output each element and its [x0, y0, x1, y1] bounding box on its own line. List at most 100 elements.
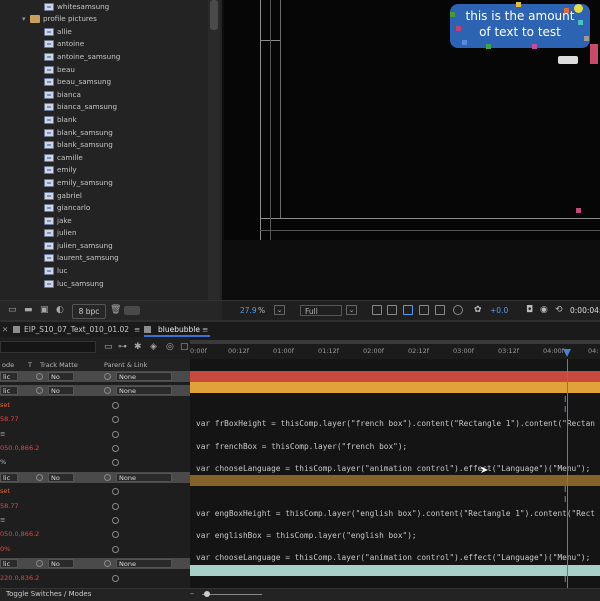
blend-mode-dropdown[interactable]: lic [0, 559, 18, 569]
layer-row[interactable]: 220.0,836.2 [0, 573, 190, 584]
preserve-transparency-icon[interactable] [36, 387, 43, 395]
layer-handle[interactable] [576, 208, 581, 213]
close-tab-icon[interactable]: ✕ [2, 322, 8, 337]
property-value[interactable]: 050.0,866.2 [0, 443, 39, 454]
bit-depth-button[interactable]: 8 bpc [72, 304, 106, 319]
project-item[interactable]: blank [0, 114, 208, 127]
keyframe-marker[interactable]: I [564, 405, 566, 414]
project-scroll-thumb[interactable] [210, 0, 218, 30]
new-folder-icon[interactable]: ▬ [24, 306, 34, 315]
folder-expand-icon[interactable]: ▾ [22, 13, 26, 26]
layer-row[interactable]: % [0, 457, 190, 468]
project-item[interactable]: gabriel [0, 190, 208, 203]
sub-layer-marker[interactable] [558, 56, 578, 64]
expression-line[interactable]: var engBoxHeight = thisComp.layer("engli… [196, 509, 595, 518]
zoom-dropdown-icon[interactable]: ⌄ [274, 305, 285, 315]
project-item[interactable]: luc [0, 265, 208, 278]
layer-handle[interactable] [532, 44, 537, 49]
project-item[interactable]: bianca [0, 89, 208, 102]
expression-pickwhip-icon[interactable] [112, 401, 119, 409]
layer-handle[interactable] [564, 8, 569, 13]
project-item[interactable]: emily [0, 164, 208, 177]
expression-pickwhip-icon[interactable] [112, 430, 119, 438]
show-snapshot-icon[interactable]: ◉ [540, 305, 550, 315]
interpret-footage-icon[interactable]: ▭ [8, 306, 18, 315]
trash-icon[interactable]: 🗑 [110, 306, 121, 315]
graph-toggle-icon[interactable]: ▢ [180, 342, 189, 352]
chat-bubble-layer[interactable]: this is the amount of text to test [450, 4, 590, 48]
project-item[interactable]: bianca_samsung [0, 101, 208, 114]
property-value[interactable]: 58.77 [0, 501, 19, 512]
layer-bar-red[interactable] [190, 371, 600, 382]
layer-row[interactable]: 58.77 [0, 501, 190, 512]
resolution-dropdown[interactable]: Full [300, 305, 342, 316]
project-item[interactable]: antoine [0, 38, 208, 51]
layer-bar-orange[interactable] [190, 382, 600, 393]
layer-handle[interactable] [516, 2, 521, 7]
expression-pickwhip-icon[interactable] [112, 445, 119, 452]
viewer-timecode[interactable]: 0:00:04: [570, 305, 600, 316]
expression-line[interactable]: var englishBox = thisComp.layer("english… [196, 531, 417, 540]
project-item[interactable]: antoine_samsung [0, 51, 208, 64]
layer-row[interactable]: 050.0,866.2 [0, 443, 190, 454]
layer-row[interactable]: lic No None [0, 558, 190, 570]
layer-handle[interactable] [590, 44, 598, 64]
project-folder[interactable]: ▾ profile pictures [0, 13, 208, 26]
property-value[interactable]: 050.0,866.2 [0, 529, 39, 540]
transparency-grid-icon[interactable] [387, 305, 397, 315]
color-management-icon[interactable] [453, 305, 463, 315]
project-item[interactable]: luc_samsung [0, 278, 208, 291]
motion-blur-icon[interactable]: ◈ [150, 342, 157, 352]
project-item[interactable]: blank_samsung [0, 127, 208, 140]
new-composition-icon[interactable]: ▣ [40, 306, 50, 315]
zoom-slider-handle[interactable] [204, 591, 210, 597]
property-value[interactable]: % [0, 457, 6, 468]
expression-pickwhip-icon[interactable] [112, 502, 119, 510]
composition-canvas[interactable]: this is the amount of text to test [224, 0, 600, 240]
track-matte-dropdown[interactable]: No [48, 472, 74, 482]
layer-handle[interactable] [486, 44, 491, 49]
project-item[interactable]: emily_samsung [0, 177, 208, 190]
preserve-transparency-icon[interactable] [36, 473, 43, 481]
expression-line[interactable]: var chooseLanguage = thisComp.layer("ani… [196, 464, 590, 473]
project-item[interactable]: blank_samsung [0, 139, 208, 152]
parent-dropdown[interactable]: None [116, 472, 172, 482]
layer-handle[interactable] [450, 12, 455, 17]
switches-icon[interactable]: ▭ [104, 342, 113, 352]
layer-row[interactable]: lic No None [0, 471, 190, 483]
exposure-icon[interactable]: ✿ [474, 305, 484, 315]
guides-icon[interactable] [419, 305, 429, 315]
property-value[interactable]: set [0, 486, 10, 497]
blend-mode-dropdown[interactable]: lic [0, 386, 18, 396]
channel-icon[interactable] [435, 305, 445, 315]
expression-line[interactable]: var frBoxHeight = thisComp.layer("french… [196, 419, 595, 428]
time-ruler[interactable]: 0:00f 00:12f 01:00f 01:12f 02:00f 02:12f… [190, 337, 600, 359]
keyframe-marker[interactable]: I [564, 495, 566, 504]
property-value[interactable]: ≡ [0, 515, 5, 526]
expression-pickwhip-icon[interactable] [112, 517, 119, 524]
layer-row[interactable]: 0% [0, 544, 190, 555]
parent-pickwhip-icon[interactable] [104, 373, 111, 380]
property-value[interactable]: 58.77 [0, 414, 19, 425]
expression-pickwhip-icon[interactable] [112, 488, 119, 496]
project-item[interactable]: julien_samsung [0, 240, 208, 253]
layer-handle[interactable] [456, 26, 461, 31]
layer-row[interactable]: lic No None [0, 385, 190, 397]
work-area-bar[interactable] [190, 340, 600, 344]
project-item[interactable]: laurent_samsung [0, 252, 208, 265]
project-item[interactable]: beau [0, 64, 208, 77]
parent-pickwhip-icon[interactable] [104, 473, 111, 481]
expression-pickwhip-icon[interactable] [112, 574, 119, 582]
parent-dropdown[interactable]: None [116, 386, 172, 396]
layer-row[interactable]: lic No None [0, 371, 190, 382]
layer-bar-teal[interactable] [190, 565, 600, 576]
project-item[interactable]: whitesamsung [0, 1, 208, 14]
project-item[interactable]: beau_samsung [0, 76, 208, 89]
layer-handle[interactable] [578, 20, 583, 25]
resolution-chevron-icon[interactable]: ⌄ [346, 305, 357, 315]
project-item[interactable]: camille [0, 152, 208, 165]
toggle-switches-modes[interactable]: Toggle Switches / Modes [6, 590, 91, 598]
project-item[interactable]: allie [0, 26, 208, 39]
composition-flowchart-icon[interactable]: ⊶ [118, 342, 127, 352]
fast-preview-icon[interactable]: ⟲ [555, 305, 565, 315]
